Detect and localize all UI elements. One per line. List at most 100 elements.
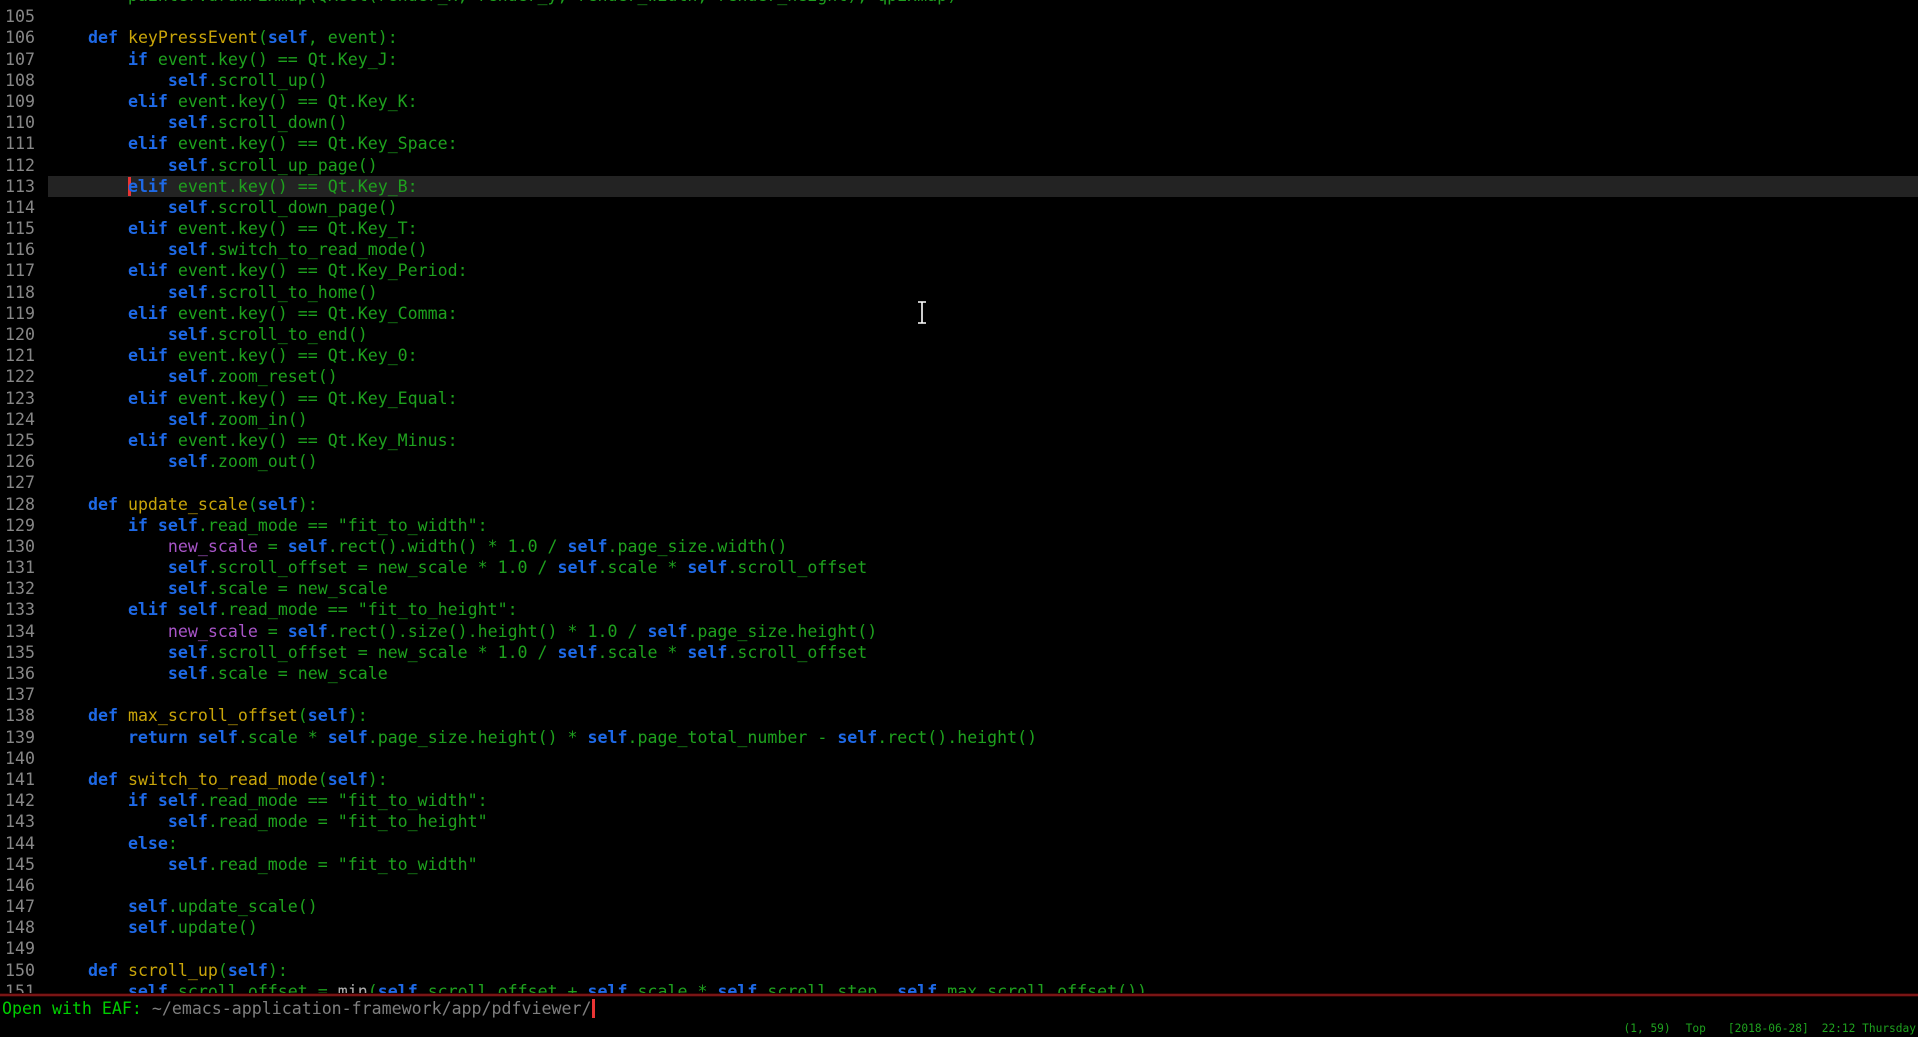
code-text[interactable]: elif event.key() == Qt.Key_0: (48, 345, 1918, 366)
minibuffer-prompt: Open with EAF: (2, 999, 152, 1018)
code-line[interactable]: 114 self.scroll_down_page() (0, 197, 1918, 218)
code-line[interactable]: 121 elif event.key() == Qt.Key_0: (0, 345, 1918, 366)
minibuffer[interactable]: Open with EAF: ~/emacs-application-frame… (2, 998, 595, 1019)
code-line[interactable]: 133 elif self.read_mode == "fit_to_heigh… (0, 599, 1918, 620)
code-line[interactable]: 140 (0, 748, 1918, 769)
code-line[interactable]: 120 self.scroll_to_end() (0, 324, 1918, 345)
code-line[interactable]: 148 self.update() (0, 917, 1918, 938)
code-text[interactable]: self.update() (48, 917, 1918, 938)
code-text[interactable] (48, 472, 1918, 493)
code-line[interactable]: 110 self.scroll_down() (0, 112, 1918, 133)
code-buffer[interactable]: painter.drawPixmap(QRect(render_x, rende… (0, 0, 1918, 993)
code-text[interactable] (48, 684, 1918, 705)
code-line[interactable]: 146 (0, 875, 1918, 896)
code-text[interactable]: self.switch_to_read_mode() (48, 239, 1918, 260)
code-line[interactable]: 143 self.read_mode = "fit_to_height" (0, 811, 1918, 832)
code-line[interactable]: 126 self.zoom_out() (0, 451, 1918, 472)
code-text[interactable]: self.scroll_down_page() (48, 197, 1918, 218)
code-text[interactable]: self.scroll_offset = new_scale * 1.0 / s… (48, 642, 1918, 663)
code-line[interactable]: 147 self.update_scale() (0, 896, 1918, 917)
line-number: 107 (0, 49, 48, 70)
code-line[interactable]: 149 (0, 938, 1918, 959)
line-number: 138 (0, 705, 48, 726)
code-line[interactable]: 145 self.read_mode = "fit_to_width" (0, 854, 1918, 875)
code-text[interactable]: elif event.key() == Qt.Key_Equal: (48, 388, 1918, 409)
code-text[interactable]: elif event.key() == Qt.Key_Comma: (48, 303, 1918, 324)
code-text[interactable]: elif event.key() == Qt.Key_K: (48, 91, 1918, 112)
code-text[interactable]: self.zoom_in() (48, 409, 1918, 430)
code-line[interactable]: 107 if event.key() == Qt.Key_J: (0, 49, 1918, 70)
code-text[interactable] (48, 6, 1918, 27)
code-line[interactable]: 139 return self.scale * self.page_size.h… (0, 727, 1918, 748)
code-line[interactable]: 151 self.scroll_offset = min(self.scroll… (0, 981, 1918, 993)
code-line[interactable]: 108 self.scroll_up() (0, 70, 1918, 91)
code-line[interactable]: 109 elif event.key() == Qt.Key_K: (0, 91, 1918, 112)
code-text[interactable]: if self.read_mode == "fit_to_width": (48, 790, 1918, 811)
code-text[interactable]: self.read_mode = "fit_to_height" (48, 811, 1918, 832)
code-line[interactable]: 144 else: (0, 833, 1918, 854)
code-text[interactable] (48, 748, 1918, 769)
code-text[interactable]: new_scale = self.rect().width() * 1.0 / … (48, 536, 1918, 557)
code-line[interactable]: 134 new_scale = self.rect().size().heigh… (0, 621, 1918, 642)
code-text[interactable]: elif self.read_mode == "fit_to_height": (48, 599, 1918, 620)
code-line[interactable]: 117 elif event.key() == Qt.Key_Period: (0, 260, 1918, 281)
code-line[interactable]: 112 self.scroll_up_page() (0, 155, 1918, 176)
code-line[interactable]: 129 if self.read_mode == "fit_to_width": (0, 515, 1918, 536)
code-text[interactable]: self.scroll_offset = min(self.scroll_off… (48, 981, 1918, 993)
code-line[interactable]: 122 self.zoom_reset() (0, 366, 1918, 387)
code-line[interactable]: 130 new_scale = self.rect().width() * 1.… (0, 536, 1918, 557)
code-line[interactable]: 136 self.scale = new_scale (0, 663, 1918, 684)
code-text[interactable]: elif event.key() == Qt.Key_Period: (48, 260, 1918, 281)
code-line[interactable]: 119 elif event.key() == Qt.Key_Comma: (0, 303, 1918, 324)
code-text[interactable] (48, 938, 1918, 959)
code-text[interactable]: elif event.key() == Qt.Key_B: (48, 176, 1918, 197)
code-text[interactable]: elif event.key() == Qt.Key_Space: (48, 133, 1918, 154)
code-text[interactable]: def scroll_up(self): (48, 960, 1918, 981)
code-text[interactable] (48, 875, 1918, 896)
code-text[interactable]: def max_scroll_offset(self): (48, 705, 1918, 726)
code-text[interactable]: return self.scale * self.page_size.heigh… (48, 727, 1918, 748)
code-text[interactable]: elif event.key() == Qt.Key_T: (48, 218, 1918, 239)
code-text[interactable]: def update_scale(self): (48, 494, 1918, 515)
code-text[interactable]: else: (48, 833, 1918, 854)
code-line[interactable]: 111 elif event.key() == Qt.Key_Space: (0, 133, 1918, 154)
code-text[interactable]: self.scroll_up_page() (48, 155, 1918, 176)
code-text[interactable]: self.scroll_down() (48, 112, 1918, 133)
code-line[interactable]: 118 self.scroll_to_home() (0, 282, 1918, 303)
code-line[interactable]: 115 elif event.key() == Qt.Key_T: (0, 218, 1918, 239)
code-line[interactable]: 141 def switch_to_read_mode(self): (0, 769, 1918, 790)
code-line[interactable]: 137 (0, 684, 1918, 705)
code-text[interactable]: self.read_mode = "fit_to_width" (48, 854, 1918, 875)
code-line[interactable]: 135 self.scroll_offset = new_scale * 1.0… (0, 642, 1918, 663)
code-text[interactable]: self.zoom_out() (48, 451, 1918, 472)
code-text[interactable]: elif event.key() == Qt.Key_Minus: (48, 430, 1918, 451)
code-line[interactable]: 106 def keyPressEvent(self, event): (0, 27, 1918, 48)
code-text[interactable]: self.scroll_up() (48, 70, 1918, 91)
code-line[interactable]: 138 def max_scroll_offset(self): (0, 705, 1918, 726)
code-line[interactable]: 124 self.zoom_in() (0, 409, 1918, 430)
code-text[interactable]: new_scale = self.rect().size().height() … (48, 621, 1918, 642)
code-text[interactable]: self.scale = new_scale (48, 578, 1918, 599)
code-text[interactable]: self.scale = new_scale (48, 663, 1918, 684)
code-text[interactable]: def switch_to_read_mode(self): (48, 769, 1918, 790)
code-line[interactable]: 105 (0, 6, 1918, 27)
code-text[interactable]: self.scroll_to_home() (48, 282, 1918, 303)
code-text[interactable]: self.scroll_to_end() (48, 324, 1918, 345)
code-line[interactable]: 128 def update_scale(self): (0, 494, 1918, 515)
code-line[interactable]: 132 self.scale = new_scale (0, 578, 1918, 599)
code-line[interactable]: 127 (0, 472, 1918, 493)
code-text[interactable]: def keyPressEvent(self, event): (48, 27, 1918, 48)
code-line[interactable]: 150 def scroll_up(self): (0, 960, 1918, 981)
code-line[interactable]: 113 elif event.key() == Qt.Key_B: (0, 176, 1918, 197)
code-text[interactable]: if event.key() == Qt.Key_J: (48, 49, 1918, 70)
minibuffer-input[interactable]: ~/emacs-application-framework/app/pdfvie… (152, 999, 592, 1018)
code-line[interactable]: 123 elif event.key() == Qt.Key_Equal: (0, 388, 1918, 409)
code-text[interactable]: self.zoom_reset() (48, 366, 1918, 387)
code-line[interactable]: 125 elif event.key() == Qt.Key_Minus: (0, 430, 1918, 451)
code-text[interactable]: if self.read_mode == "fit_to_width": (48, 515, 1918, 536)
code-line[interactable]: 131 self.scroll_offset = new_scale * 1.0… (0, 557, 1918, 578)
code-line[interactable]: 116 self.switch_to_read_mode() (0, 239, 1918, 260)
code-text[interactable]: self.update_scale() (48, 896, 1918, 917)
code-text[interactable]: self.scroll_offset = new_scale * 1.0 / s… (48, 557, 1918, 578)
code-line[interactable]: 142 if self.read_mode == "fit_to_width": (0, 790, 1918, 811)
